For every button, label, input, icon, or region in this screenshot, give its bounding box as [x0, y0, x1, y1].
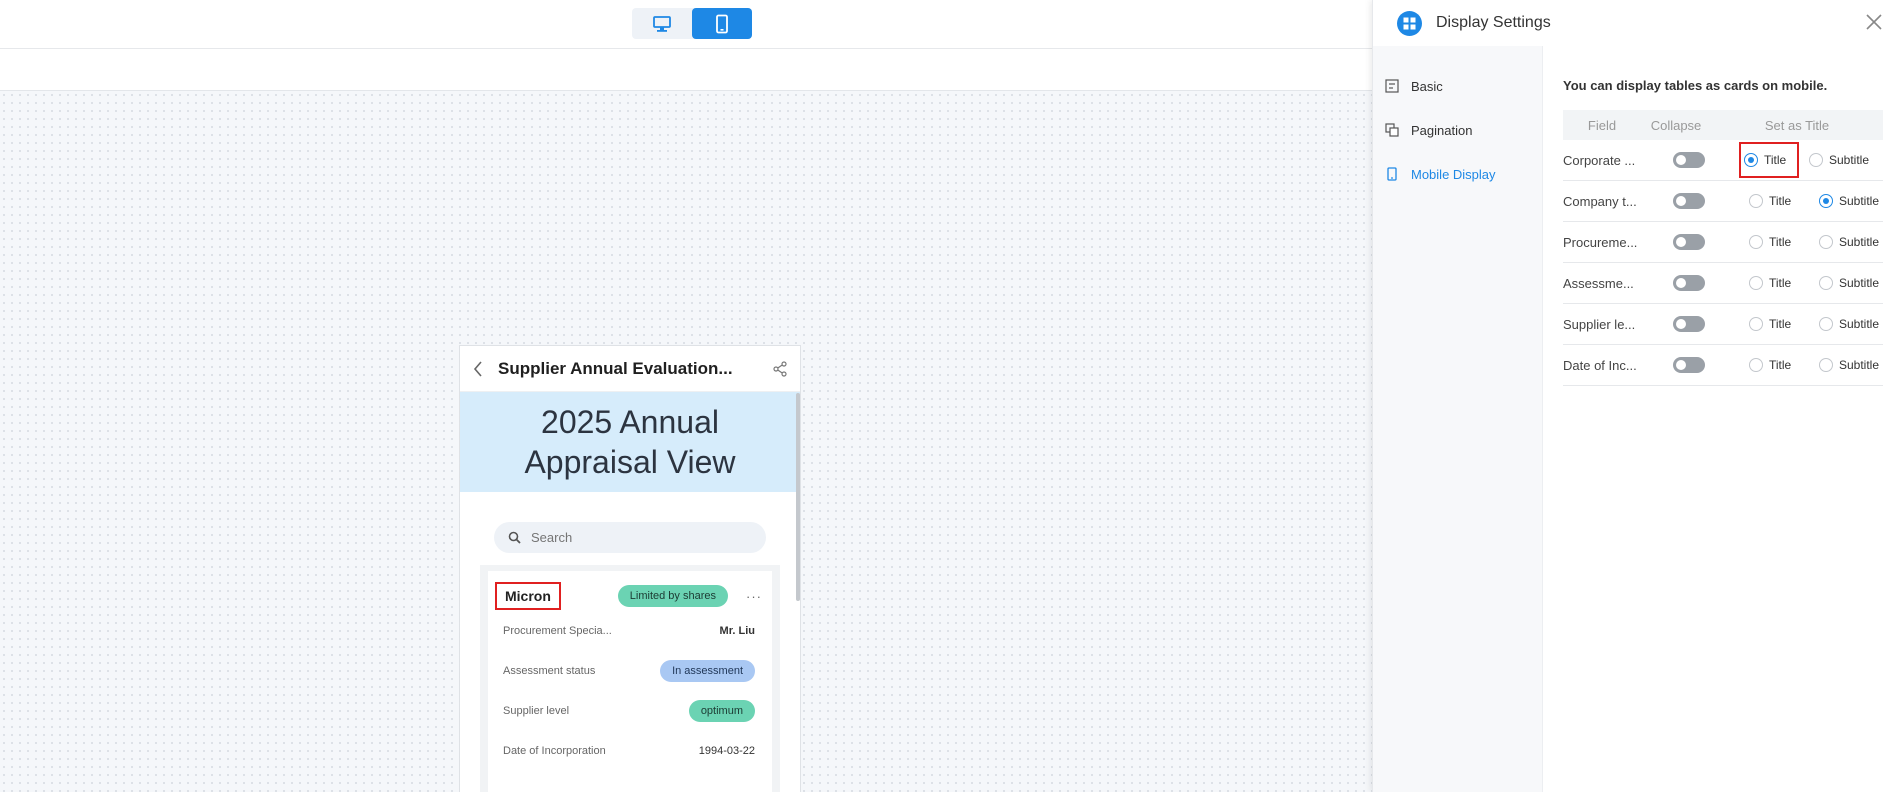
table-row: Assessme... Title Subtitle	[1563, 263, 1883, 304]
mobile-icon	[1387, 167, 1397, 181]
more-icon[interactable]: ···	[746, 589, 762, 604]
sub-toolbar	[0, 49, 1372, 91]
collapse-toggle[interactable]	[1673, 193, 1705, 209]
collapse-toggle[interactable]	[1673, 234, 1705, 250]
display-settings-panel: Display Settings Basic Pagination Mobile…	[1372, 0, 1900, 792]
desktop-icon	[653, 15, 671, 32]
title-radio[interactable]: Title	[1745, 268, 1803, 298]
phone-header: Supplier Annual Evaluation...	[460, 346, 800, 392]
card-row: Date of Incorporation 1994-03-22	[503, 745, 755, 757]
top-toolbar	[0, 0, 1372, 49]
settings-nav: Basic Pagination Mobile Display	[1373, 46, 1543, 792]
title-radio[interactable]: Title	[1745, 309, 1803, 339]
field-name: Assessme...	[1563, 275, 1634, 291]
table-row: Company t... Title Subtitle	[1563, 181, 1883, 222]
basic-icon	[1385, 79, 1399, 93]
scrollbar[interactable]	[796, 393, 800, 601]
title-radio[interactable]: Title	[1745, 350, 1803, 380]
card-list: Micron Limited by shares ··· Procurement…	[480, 565, 780, 792]
table-header: Field Collapse Set as Title	[1563, 110, 1883, 140]
collapse-toggle[interactable]	[1673, 275, 1705, 291]
title-radio[interactable]: Title	[1739, 142, 1799, 178]
title-radio[interactable]: Title	[1745, 227, 1803, 257]
table-row: Corporate ... Title Subtitle	[1563, 140, 1883, 181]
share-icon[interactable]	[772, 360, 788, 377]
record-card[interactable]: Micron Limited by shares ··· Procurement…	[488, 571, 772, 792]
field-name: Corporate ...	[1563, 152, 1636, 168]
mobile-icon	[716, 14, 728, 33]
field-name: Supplier le...	[1563, 316, 1636, 332]
field-name: Company t...	[1563, 193, 1637, 209]
close-icon[interactable]	[1864, 12, 1884, 32]
banner-text: 2025 Annual Appraisal View	[524, 404, 736, 480]
field-name: Date of Inc...	[1563, 357, 1637, 373]
status-badge: In assessment	[660, 660, 755, 682]
desktop-view-button[interactable]	[632, 8, 692, 39]
mobile-display-settings: You can display tables as cards on mobil…	[1563, 46, 1883, 386]
device-switch	[632, 8, 752, 39]
field-name: Procureme...	[1563, 234, 1638, 250]
collapse-toggle[interactable]	[1673, 316, 1705, 332]
card-row: Assessment status In assessment	[495, 651, 762, 691]
search-bar[interactable]	[494, 522, 766, 553]
card-row: Supplier level optimum	[495, 691, 762, 731]
title-radio[interactable]: Title	[1745, 186, 1803, 216]
hint-text: You can display tables as cards on mobil…	[1563, 78, 1828, 93]
subtitle-radio[interactable]: Subtitle	[1809, 145, 1869, 175]
banner: 2025 Annual Appraisal View	[460, 392, 800, 492]
pagination-icon	[1385, 123, 1399, 137]
search-icon	[508, 531, 521, 544]
subtitle-radio[interactable]: Subtitle	[1819, 227, 1879, 257]
mobile-preview: Supplier Annual Evaluation... 2025 Annua…	[459, 345, 801, 792]
search-input[interactable]	[531, 530, 731, 545]
table-row: Date of Inc... Title Subtitle	[1563, 345, 1883, 386]
grid-icon	[1397, 10, 1422, 36]
collapse-toggle[interactable]	[1673, 357, 1705, 373]
table-row: Procureme... Title Subtitle	[1563, 222, 1883, 263]
card-row: Procurement Specia... Mr. Liu	[503, 625, 755, 637]
mobile-view-button[interactable]	[692, 8, 752, 39]
subtitle-radio[interactable]: Subtitle	[1819, 309, 1879, 339]
subtitle-radio[interactable]: Subtitle	[1819, 350, 1879, 380]
subtitle-radio[interactable]: Subtitle	[1819, 268, 1879, 298]
back-icon[interactable]	[472, 360, 484, 378]
collapse-toggle[interactable]	[1673, 152, 1705, 168]
level-badge: optimum	[688, 700, 755, 722]
subtitle-radio[interactable]: Subtitle	[1819, 186, 1879, 216]
panel-title: Display Settings	[1436, 14, 1551, 31]
nav-item-mobile-display[interactable]: Mobile Display	[1373, 152, 1542, 196]
page-title: Supplier Annual Evaluation...	[498, 358, 733, 378]
nav-item-pagination[interactable]: Pagination	[1373, 108, 1542, 152]
company-type-badge: Limited by shares	[617, 585, 728, 607]
table-row: Supplier le... Title Subtitle	[1563, 304, 1883, 345]
panel-header: Display Settings	[1373, 0, 1900, 46]
card-title: Micron	[495, 582, 561, 610]
nav-item-basic[interactable]: Basic	[1373, 64, 1542, 108]
